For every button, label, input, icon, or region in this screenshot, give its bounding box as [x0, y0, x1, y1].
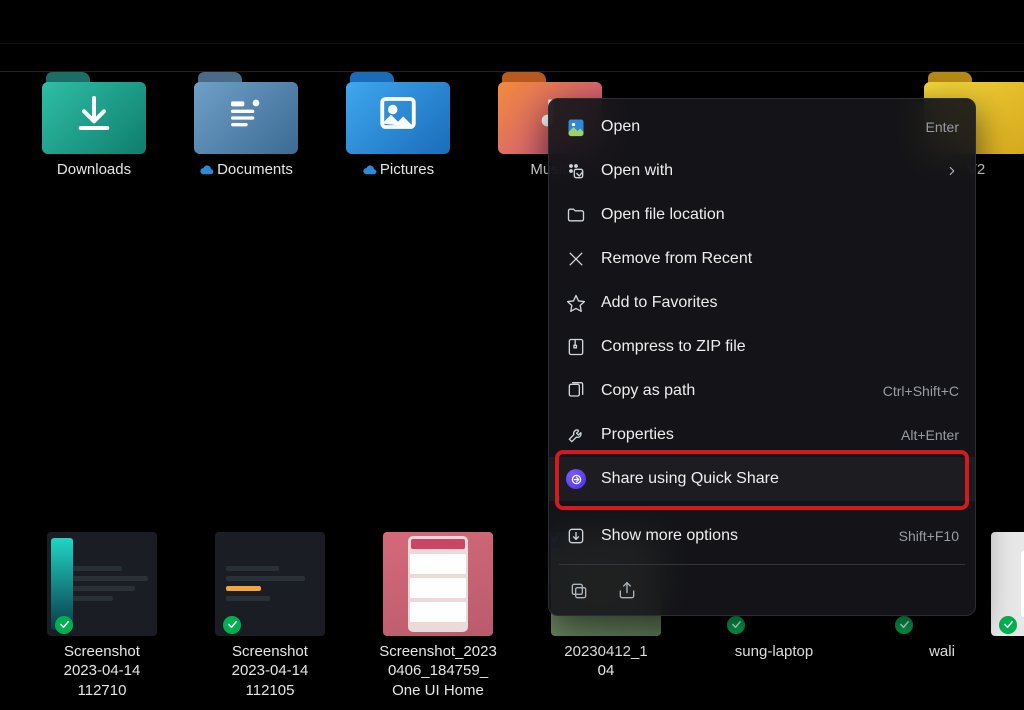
menu-item-shortcut: Ctrl+Shift+C	[883, 383, 959, 399]
copy-icon[interactable]	[567, 579, 591, 603]
sync-ok-icon	[55, 616, 73, 634]
menu-item-shortcut: Shift+F10	[899, 528, 959, 544]
menu-item-label: Open with	[601, 162, 945, 180]
menu-footer	[549, 571, 975, 609]
file-item[interactable]: Screenshot_20230406_184759_One UI Home	[354, 532, 522, 701]
window-chrome	[0, 0, 1024, 44]
share-icon[interactable]	[615, 579, 639, 603]
folder-icon	[344, 72, 452, 154]
menu-item-label: Open	[601, 118, 926, 136]
menu-item-label: Show more options	[601, 527, 899, 545]
folder-item[interactable]: Pictures	[322, 72, 474, 180]
menu-separator	[559, 564, 965, 565]
folder-label: Documents	[199, 160, 293, 180]
folder-item[interactable]: Downloads	[18, 72, 170, 180]
menu-item-label: Share using Quick Share	[601, 470, 959, 488]
menu-item-label: Remove from Recent	[601, 250, 959, 268]
openwith-icon	[565, 160, 587, 182]
file-item[interactable]: Screenshot2023-04-14112710	[18, 532, 186, 701]
folder-label: Pictures	[362, 160, 434, 180]
file-label: 20230412_104	[564, 642, 647, 681]
sync-ok-icon	[727, 616, 745, 634]
menu-item-label: Properties	[601, 426, 901, 444]
more-icon	[565, 525, 587, 547]
chevron-right-icon	[945, 164, 959, 178]
sync-ok-icon	[895, 616, 913, 634]
menu-item[interactable]: Copy as path Ctrl+Shift+C	[549, 369, 975, 413]
file-label: Screenshot_20230406_184759_One UI Home	[379, 642, 497, 701]
sync-ok-icon	[223, 616, 241, 634]
sync-ok-icon	[999, 616, 1017, 634]
folder-icon	[565, 204, 587, 226]
star-icon	[565, 292, 587, 314]
folder-item[interactable]: Documents	[170, 72, 322, 180]
file-label: Screenshot2023-04-14112710	[64, 642, 141, 701]
menu-item-label: Open file location	[601, 206, 959, 224]
menu-item[interactable]: Remove from Recent	[549, 237, 975, 281]
context-menu: Open Enter Open with Open file location …	[548, 98, 976, 616]
wrench-icon	[565, 424, 587, 446]
menu-item[interactable]: Share using Quick Share	[549, 457, 975, 501]
file-label: Screenshot2023-04-14112105	[232, 642, 309, 701]
menu-item[interactable]: Open with	[549, 149, 975, 193]
menu-item-label: Add to Favorites	[601, 294, 959, 312]
folder-icon	[40, 72, 148, 154]
menu-item[interactable]: Add to Favorites	[549, 281, 975, 325]
quickshare-icon	[565, 468, 587, 490]
menu-item[interactable]: Open file location	[549, 193, 975, 237]
menu-item[interactable]: Show more options Shift+F10	[549, 514, 975, 558]
menu-item-label: Copy as path	[601, 382, 883, 400]
menu-item-label: Compress to ZIP file	[601, 338, 959, 356]
toolbar	[0, 44, 1024, 72]
cloud-icon	[199, 165, 213, 175]
image-icon	[565, 116, 587, 138]
menu-item[interactable]: Open Enter	[549, 105, 975, 149]
cloud-icon	[362, 165, 376, 175]
menu-separator	[559, 507, 965, 508]
file-item[interactable]: Screenshot2023-04-14112105	[186, 532, 354, 701]
file-label: sung-laptop	[735, 642, 813, 662]
file-item[interactable]: ores h-sc	[1006, 532, 1024, 701]
folder-label: Downloads	[57, 160, 131, 180]
menu-item[interactable]: Compress to ZIP file	[549, 325, 975, 369]
menu-item-shortcut: Enter	[926, 119, 959, 135]
zip-icon	[565, 336, 587, 358]
folder-icon	[192, 72, 300, 154]
copypath-icon	[565, 380, 587, 402]
menu-item-shortcut: Alt+Enter	[901, 427, 959, 443]
menu-item[interactable]: Properties Alt+Enter	[549, 413, 975, 457]
remove-icon	[565, 248, 587, 270]
file-thumbnail	[383, 532, 493, 636]
file-label: wali	[929, 642, 955, 662]
